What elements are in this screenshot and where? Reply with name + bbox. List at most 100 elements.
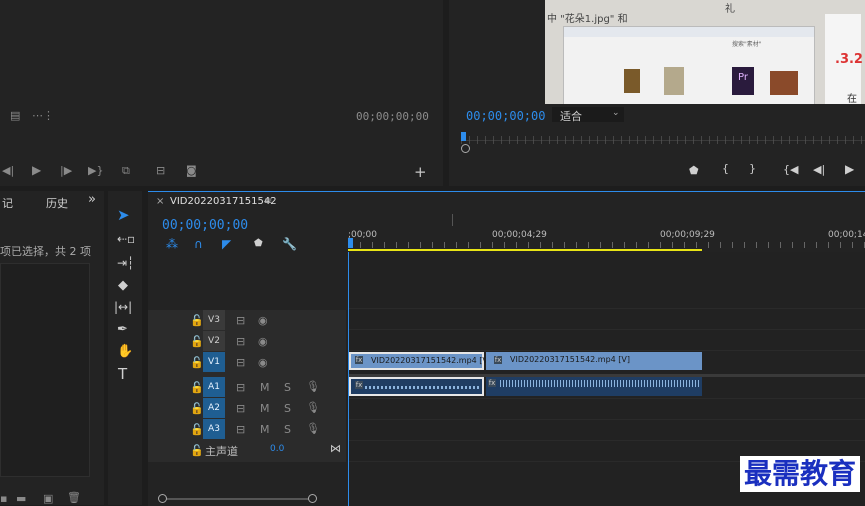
nest-icon[interactable]: ⁂ <box>166 238 178 250</box>
step-back-icon[interactable]: ◀| <box>2 165 14 176</box>
time-ruler[interactable]: ;00;00 00;00;04;29 00;00;09;29 00;00;14 <box>348 214 865 251</box>
master-track-header: 🔓 主声道 0.0 ⋈ <box>148 440 346 460</box>
preview-search: 搜索"素材" <box>732 41 762 48</box>
overwrite-clip-icon[interactable]: ⊟ <box>156 165 165 176</box>
mute-button[interactable]: M <box>260 424 270 435</box>
mute-button[interactable]: M <box>260 403 270 414</box>
zoom-handle-left[interactable] <box>158 494 167 503</box>
export-frame-icon[interactable]: ▤ <box>10 110 20 121</box>
step-forward-icon[interactable]: |▶ <box>60 165 72 176</box>
eye-icon[interactable]: ◉ <box>258 336 268 347</box>
add-marker-icon[interactable]: ⬟ <box>254 239 263 249</box>
lock-icon[interactable]: 🔓 <box>190 336 204 347</box>
go-to-out-icon[interactable]: ▶} <box>88 165 103 176</box>
list-view-icon[interactable]: ▪ <box>0 493 7 504</box>
mic-icon[interactable]: 🎙 <box>306 402 320 413</box>
source-timecode: 00;00;00;00 <box>356 110 429 123</box>
mute-button[interactable]: M <box>260 382 270 393</box>
sync-lock-icon[interactable]: ⊟ <box>236 424 245 435</box>
audio-clip-1[interactable]: fx <box>349 377 484 396</box>
add-button-icon[interactable]: + <box>414 163 427 181</box>
new-item-icon[interactable]: ▣ <box>43 493 53 504</box>
sync-lock-icon[interactable]: ⊟ <box>236 336 245 347</box>
solo-button[interactable]: S <box>284 382 291 393</box>
lock-icon[interactable]: 🔓 <box>190 424 204 435</box>
fx-icon: fx <box>494 356 502 364</box>
snap-icon[interactable]: ∩ <box>194 238 203 250</box>
audio-clip-2[interactable]: fx <box>486 377 702 396</box>
program-timecode[interactable]: 00;00;00;00 <box>466 109 545 123</box>
program-zoom-handle[interactable] <box>461 144 470 153</box>
eye-icon[interactable]: ◉ <box>258 315 268 326</box>
track-v3-target[interactable]: V3 <box>203 310 225 330</box>
eye-icon[interactable]: ◉ <box>258 357 268 368</box>
program-ruler[interactable] <box>461 132 865 150</box>
ripple-edit-icon[interactable]: ⇥┆ <box>117 257 134 269</box>
type-tool-icon[interactable]: T <box>118 367 127 382</box>
play-icon[interactable]: ▶ <box>32 164 41 176</box>
video-clip-2[interactable]: fx VID20220317151542.mp4 [V] <box>486 352 702 370</box>
waveform <box>365 386 480 389</box>
insert-clip-icon[interactable]: ⧉ <box>122 165 130 176</box>
solo-button[interactable]: S <box>284 403 291 414</box>
ruler-label-2: 00;00;09;29 <box>660 230 715 240</box>
track-a1-target[interactable]: A1 <box>203 377 225 397</box>
mic-icon[interactable]: 🎙 <box>306 381 320 392</box>
timeline-timecode[interactable]: 00;00;00;00 <box>162 218 248 233</box>
panel-menu-icon[interactable]: » <box>88 192 96 207</box>
lock-icon[interactable]: 🔓 <box>190 445 204 456</box>
project-bin-area[interactable] <box>0 263 90 477</box>
tools-panel: ➤ ⇠▫ ⇥┆ ◆ |↔| ✒ ✋ T <box>108 191 142 505</box>
lock-icon[interactable]: 🔓 <box>190 403 204 414</box>
mark-in-icon[interactable]: { <box>722 163 729 174</box>
selection-tool-icon[interactable]: ➤ <box>117 206 130 224</box>
timeline-tab-title[interactable]: VID20220317151542 <box>170 196 277 207</box>
clip-label: VID20220317151542.mp4 [V] <box>510 355 631 364</box>
trash-icon[interactable]: 🗑 <box>67 492 81 503</box>
timeline-playhead-icon[interactable] <box>348 238 353 248</box>
sync-lock-icon[interactable]: ⊟ <box>236 403 245 414</box>
timeline-zoom-scrollbar[interactable] <box>162 498 312 500</box>
track-v2-target[interactable]: V2 <box>203 331 225 351</box>
zoom-handle-right[interactable] <box>308 494 317 503</box>
go-to-in-icon[interactable]: {◀ <box>783 164 798 175</box>
video-clip-1[interactable]: fx VID20220317151542.mp4 [V] <box>349 352 491 370</box>
selection-info: 项已选择，共 2 项 <box>0 245 91 258</box>
lock-icon[interactable]: 🔓 <box>190 357 204 368</box>
tab-history[interactable]: 历史 <box>46 195 68 211</box>
tab-project[interactable]: 记 <box>2 195 13 211</box>
razor-icon[interactable]: ◆ <box>118 279 128 292</box>
sync-lock-icon[interactable]: ⊟ <box>236 357 245 368</box>
program-playhead-icon[interactable] <box>461 132 466 141</box>
preview-thumb-pr: Pr <box>732 67 754 95</box>
insert-icon[interactable]: ⋯⋮ <box>32 110 54 121</box>
camera-icon[interactable]: ◙ <box>186 165 197 176</box>
hand-tool-icon[interactable]: ✋ <box>117 345 133 358</box>
slip-tool-icon[interactable]: |↔| <box>114 301 132 313</box>
mic-icon[interactable]: 🎙 <box>306 423 320 434</box>
sync-lock-icon[interactable]: ⊟ <box>236 382 245 393</box>
track-a2-target[interactable]: A2 <box>203 398 225 418</box>
go-to-edit-icon[interactable]: ⋈ <box>330 443 341 454</box>
tab-menu-icon[interactable]: ≡ <box>264 196 272 207</box>
track-a3-target[interactable]: A3 <box>203 419 225 439</box>
track-v1-target[interactable]: V1 <box>203 352 225 372</box>
lock-icon[interactable]: 🔓 <box>190 315 204 326</box>
mark-out-icon[interactable]: } <box>749 163 756 174</box>
solo-button[interactable]: S <box>284 424 291 435</box>
new-bin-icon[interactable]: ▬ <box>16 493 26 504</box>
linked-selection-icon[interactable]: ◤ <box>222 238 231 250</box>
master-value[interactable]: 0.0 <box>270 444 284 454</box>
wrench-icon[interactable]: 🔧 <box>282 238 297 250</box>
close-tab-icon[interactable]: × <box>156 196 164 207</box>
marker-icon[interactable]: ⬟ <box>689 165 699 176</box>
sync-lock-icon[interactable]: ⊟ <box>236 315 245 326</box>
track-a3-header: 🔓 A3 ⊟ M S 🎙 <box>148 419 346 439</box>
play-program-icon[interactable]: ▶ <box>845 163 854 175</box>
fit-dropdown[interactable]: 适合 ⌄ <box>552 107 624 123</box>
pen-tool-icon[interactable]: ✒ <box>117 323 128 336</box>
lock-icon[interactable]: 🔓 <box>190 382 204 393</box>
work-area-bar[interactable] <box>348 249 702 251</box>
step-back-program-icon[interactable]: ◀| <box>813 164 825 175</box>
track-select-icon[interactable]: ⇠▫ <box>117 233 135 245</box>
